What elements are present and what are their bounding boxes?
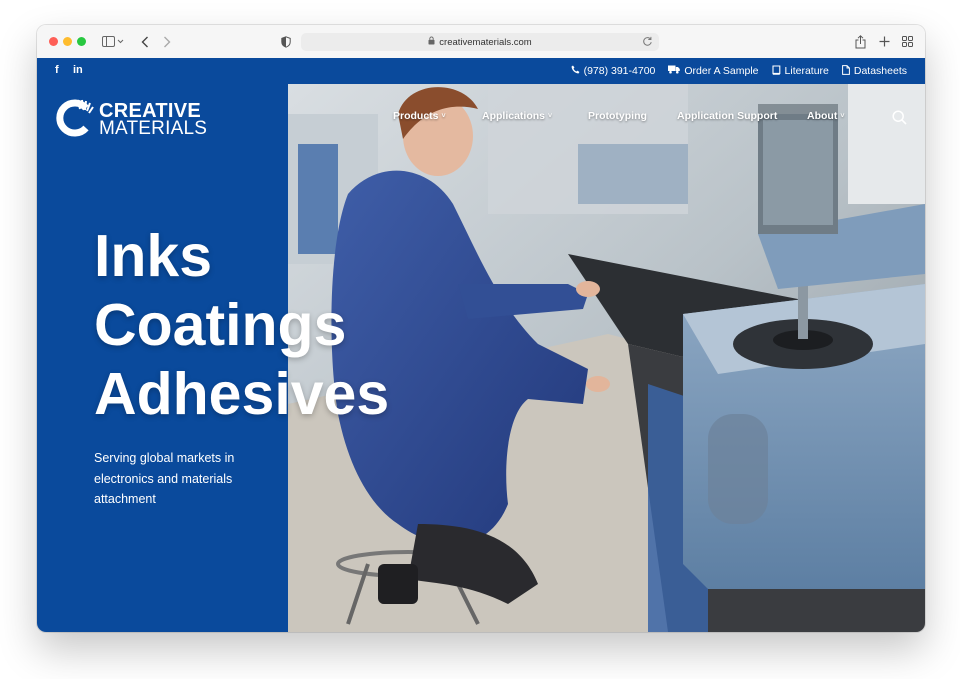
- new-tab-icon[interactable]: [877, 33, 891, 50]
- chevron-down-icon: ˅: [840, 112, 845, 120]
- chevron-down-icon: ˅: [548, 112, 553, 120]
- nav-prototyping-label: Prototyping: [588, 110, 647, 122]
- document-icon: [841, 64, 850, 78]
- headline-line-inks: Inks: [94, 223, 213, 289]
- brand-logo[interactable]: CREATIVE MATERIALS: [54, 98, 224, 140]
- utility-bar: f in (978) 391-4700 Order A Sample Liter…: [37, 58, 925, 84]
- minimize-window-button[interactable]: [63, 37, 72, 46]
- back-icon[interactable]: [138, 33, 152, 50]
- nav-products-label: Products: [393, 110, 439, 122]
- share-icon[interactable]: [853, 33, 867, 50]
- search-icon[interactable]: [892, 110, 908, 126]
- truck-icon: [668, 65, 681, 77]
- phone-link[interactable]: (978) 391-4700: [571, 65, 656, 77]
- nav-about-label: About: [807, 110, 838, 122]
- book-icon: [771, 64, 781, 78]
- nav-products[interactable]: Products ˅: [393, 110, 446, 122]
- browser-toolbar: creativematerials.com: [37, 25, 925, 59]
- facebook-icon[interactable]: f: [55, 64, 59, 76]
- headline-line-adhesives: Adhesives: [94, 361, 390, 427]
- sidebar-toggle-icon[interactable]: [99, 33, 127, 50]
- phone-icon: [571, 65, 580, 77]
- linkedin-icon[interactable]: in: [73, 64, 83, 76]
- datasheets-label: Datasheets: [853, 65, 907, 77]
- chevron-down-icon: ˅: [441, 112, 446, 120]
- nav-application-support-label: Application Support: [677, 110, 778, 122]
- nav-applications[interactable]: Applications ˅: [482, 110, 552, 122]
- tab-overview-icon[interactable]: [900, 33, 914, 50]
- reload-icon[interactable]: [642, 36, 653, 50]
- forward-icon[interactable]: [160, 33, 174, 50]
- order-sample-label: Order A Sample: [684, 65, 759, 77]
- order-sample-link[interactable]: Order A Sample: [668, 65, 759, 77]
- browser-window: creativematerials.com f in (978) 391-470…: [37, 25, 925, 632]
- hero-tagline: Serving global markets in electronics an…: [94, 451, 235, 506]
- datasheets-link[interactable]: Datasheets: [841, 64, 907, 78]
- hero-section: CREATIVE MATERIALS Products ˅ Applicatio…: [37, 84, 925, 632]
- utility-links: (978) 391-4700 Order A Sample Literature…: [571, 58, 907, 84]
- logo-text-materials: MATERIALS: [99, 118, 208, 139]
- nav-application-support[interactable]: Application Support: [677, 110, 777, 122]
- logo-mark-icon: [56, 99, 94, 137]
- nav-prototyping[interactable]: Prototyping: [588, 110, 647, 122]
- nav-applications-label: Applications: [482, 110, 546, 122]
- close-window-button[interactable]: [49, 37, 58, 46]
- url-text: creativematerials.com: [439, 36, 532, 48]
- literature-link[interactable]: Literature: [771, 64, 829, 78]
- privacy-shield-icon[interactable]: [279, 33, 293, 50]
- headline-line-coatings: Coatings: [94, 292, 347, 358]
- lock-icon: [428, 36, 435, 48]
- phone-number: (978) 391-4700: [583, 65, 656, 77]
- zoom-window-button[interactable]: [77, 37, 86, 46]
- nav-about[interactable]: About ˅: [807, 110, 844, 122]
- hero-headline: Inks Coatings Adhesives: [94, 222, 389, 429]
- address-bar[interactable]: creativematerials.com: [301, 33, 659, 51]
- literature-label: Literature: [784, 65, 829, 77]
